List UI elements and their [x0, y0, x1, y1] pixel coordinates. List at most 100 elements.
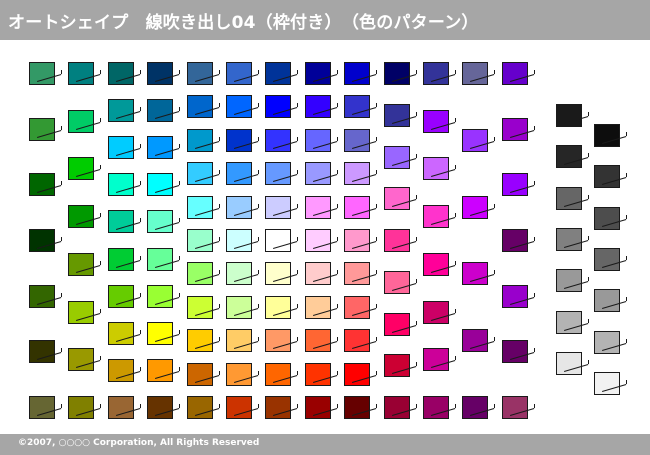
color-swatch-7-4[interactable] [305, 196, 331, 219]
color-swatch-5-0[interactable] [226, 62, 252, 85]
color-swatch-5-8[interactable] [226, 329, 252, 352]
color-swatch-12-2[interactable] [502, 173, 528, 196]
color-swatch-10-5[interactable] [423, 301, 449, 324]
gray-swatch-1-2[interactable] [594, 207, 620, 230]
color-swatch-7-7[interactable] [305, 296, 331, 319]
color-swatch-1-2[interactable] [68, 157, 94, 180]
color-swatch-4-8[interactable] [187, 329, 213, 352]
color-swatch-4-0[interactable] [187, 62, 213, 85]
color-swatch-10-2[interactable] [423, 157, 449, 180]
color-swatch-12-0[interactable] [502, 62, 528, 85]
color-swatch-1-3[interactable] [68, 205, 94, 228]
color-swatch-11-5[interactable] [462, 396, 488, 419]
gray-swatch-0-6[interactable] [556, 352, 582, 375]
color-swatch-9-7[interactable] [384, 354, 410, 377]
color-swatch-2-9[interactable] [108, 396, 134, 419]
color-swatch-2-4[interactable] [108, 210, 134, 233]
color-swatch-8-1[interactable] [344, 95, 370, 118]
color-swatch-4-7[interactable] [187, 296, 213, 319]
color-swatch-6-6[interactable] [265, 262, 291, 285]
color-swatch-2-7[interactable] [108, 322, 134, 345]
color-swatch-11-2[interactable] [462, 196, 488, 219]
color-swatch-8-7[interactable] [344, 296, 370, 319]
color-swatch-10-0[interactable] [423, 62, 449, 85]
color-swatch-0-6[interactable] [29, 396, 55, 419]
color-swatch-9-8[interactable] [384, 396, 410, 419]
color-swatch-4-1[interactable] [187, 95, 213, 118]
color-swatch-9-5[interactable] [384, 271, 410, 294]
color-swatch-2-6[interactable] [108, 285, 134, 308]
color-swatch-2-2[interactable] [108, 136, 134, 159]
color-swatch-8-0[interactable] [344, 62, 370, 85]
color-swatch-5-3[interactable] [226, 162, 252, 185]
color-swatch-8-10[interactable] [344, 396, 370, 419]
color-swatch-5-6[interactable] [226, 262, 252, 285]
color-swatch-0-1[interactable] [29, 118, 55, 141]
color-swatch-5-1[interactable] [226, 95, 252, 118]
color-swatch-0-5[interactable] [29, 340, 55, 363]
color-swatch-3-1[interactable] [147, 99, 173, 122]
color-swatch-6-10[interactable] [265, 396, 291, 419]
color-swatch-6-4[interactable] [265, 196, 291, 219]
color-swatch-5-5[interactable] [226, 229, 252, 252]
color-swatch-5-9[interactable] [226, 363, 252, 386]
color-swatch-7-1[interactable] [305, 95, 331, 118]
color-swatch-2-5[interactable] [108, 248, 134, 271]
color-swatch-10-6[interactable] [423, 348, 449, 371]
color-swatch-6-3[interactable] [265, 162, 291, 185]
color-swatch-10-3[interactable] [423, 205, 449, 228]
color-swatch-6-2[interactable] [265, 129, 291, 152]
color-swatch-8-2[interactable] [344, 129, 370, 152]
color-swatch-1-4[interactable] [68, 253, 94, 276]
color-swatch-3-2[interactable] [147, 136, 173, 159]
gray-swatch-0-3[interactable] [556, 228, 582, 251]
color-swatch-7-9[interactable] [305, 363, 331, 386]
gray-swatch-0-5[interactable] [556, 311, 582, 334]
color-swatch-0-4[interactable] [29, 285, 55, 308]
gray-swatch-1-0[interactable] [594, 124, 620, 147]
color-swatch-7-0[interactable] [305, 62, 331, 85]
color-swatch-11-3[interactable] [462, 262, 488, 285]
color-swatch-4-5[interactable] [187, 229, 213, 252]
color-swatch-0-2[interactable] [29, 173, 55, 196]
color-swatch-0-0[interactable] [29, 62, 55, 85]
color-swatch-8-9[interactable] [344, 363, 370, 386]
color-swatch-8-8[interactable] [344, 329, 370, 352]
color-swatch-7-3[interactable] [305, 162, 331, 185]
color-swatch-6-9[interactable] [265, 363, 291, 386]
color-swatch-3-3[interactable] [147, 173, 173, 196]
color-swatch-12-5[interactable] [502, 340, 528, 363]
gray-swatch-1-3[interactable] [594, 248, 620, 271]
color-swatch-11-4[interactable] [462, 329, 488, 352]
color-swatch-3-4[interactable] [147, 210, 173, 233]
color-swatch-10-4[interactable] [423, 253, 449, 276]
color-swatch-12-6[interactable] [502, 396, 528, 419]
color-swatch-4-4[interactable] [187, 196, 213, 219]
color-swatch-4-2[interactable] [187, 129, 213, 152]
gray-swatch-1-1[interactable] [594, 165, 620, 188]
color-swatch-9-6[interactable] [384, 313, 410, 336]
color-swatch-7-8[interactable] [305, 329, 331, 352]
color-swatch-2-8[interactable] [108, 359, 134, 382]
gray-swatch-0-0[interactable] [556, 104, 582, 127]
color-swatch-4-9[interactable] [187, 363, 213, 386]
color-swatch-6-5[interactable] [265, 229, 291, 252]
color-swatch-3-6[interactable] [147, 285, 173, 308]
color-swatch-1-6[interactable] [68, 348, 94, 371]
color-swatch-10-1[interactable] [423, 110, 449, 133]
color-swatch-8-5[interactable] [344, 229, 370, 252]
color-swatch-11-1[interactable] [462, 129, 488, 152]
color-swatch-12-3[interactable] [502, 229, 528, 252]
color-swatch-2-0[interactable] [108, 62, 134, 85]
color-swatch-2-3[interactable] [108, 173, 134, 196]
color-swatch-6-7[interactable] [265, 296, 291, 319]
gray-swatch-0-4[interactable] [556, 269, 582, 292]
color-swatch-5-10[interactable] [226, 396, 252, 419]
color-swatch-6-1[interactable] [265, 95, 291, 118]
color-swatch-6-8[interactable] [265, 329, 291, 352]
gray-swatch-0-1[interactable] [556, 145, 582, 168]
gray-swatch-1-6[interactable] [594, 372, 620, 395]
color-swatch-7-5[interactable] [305, 229, 331, 252]
color-swatch-8-3[interactable] [344, 162, 370, 185]
color-swatch-2-1[interactable] [108, 99, 134, 122]
